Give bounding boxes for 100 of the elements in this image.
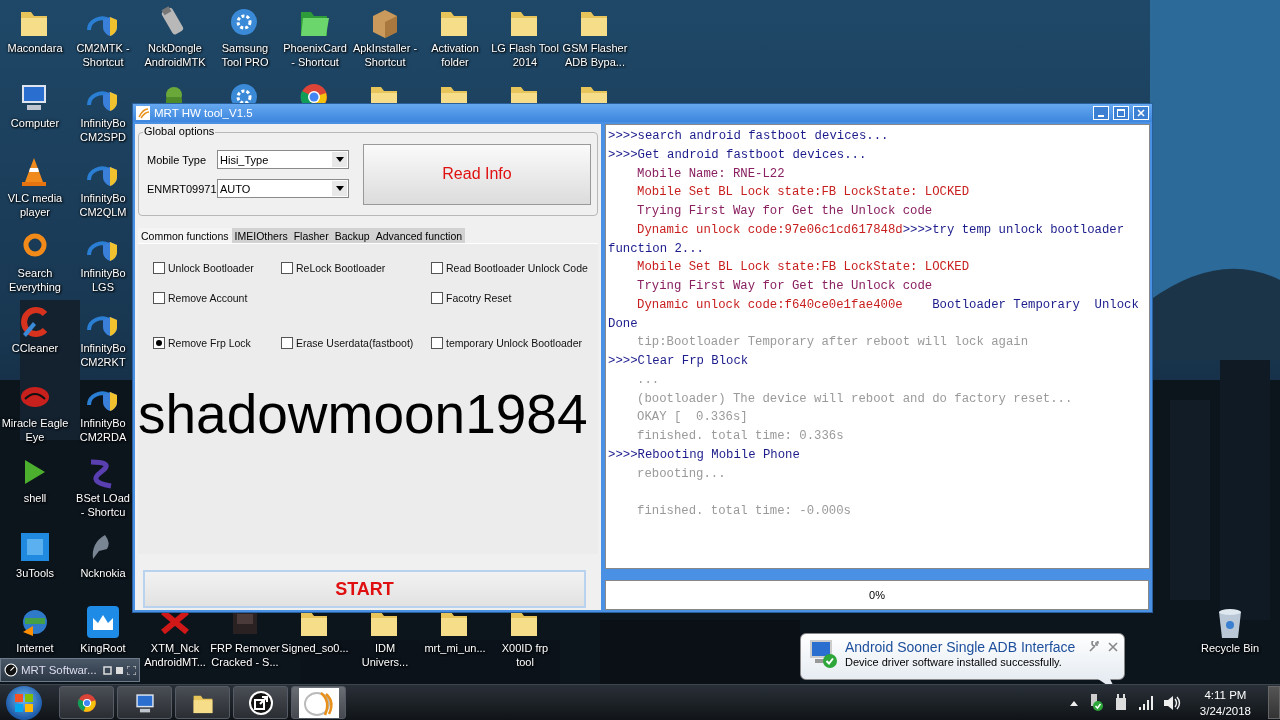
desktop-icon-label[interactable]: CCleaner	[11, 341, 59, 355]
log-line: Mobile Set BL Lock state:FB LockState: LOCKED	[636, 259, 971, 277]
desktop-icon-label[interactable]: GSM Flasher ADB Bypa...	[562, 41, 628, 69]
desktop-icon-label[interactable]: InfinityBo CM2RKT	[80, 341, 126, 369]
minimize-button[interactable]	[1093, 106, 1109, 120]
clock-time[interactable]: 4:11 PM	[1204, 686, 1247, 703]
volume-icon[interactable]	[1162, 694, 1181, 711]
close-button[interactable]	[1133, 106, 1149, 120]
tab[interactable]: IMEIOthers	[231, 228, 291, 243]
tab[interactable]: Backup	[331, 228, 373, 243]
desktop-icon-label[interactable]: 3uTools	[16, 566, 54, 580]
checkbox-label[interactable]: Facotry Reset	[446, 292, 512, 304]
checkbox-label[interactable]: ReLock Bootloader	[296, 262, 386, 274]
log-line: finished. total time: 0.336s	[636, 428, 845, 445]
taskbar-button[interactable]	[175, 686, 230, 719]
signal-icon[interactable]	[1137, 695, 1154, 710]
checkbox[interactable]	[281, 337, 293, 349]
log-line: Trying First Way for Get the Unlock code	[636, 203, 934, 220]
clock-date[interactable]: 3/24/2018	[1199, 702, 1251, 719]
minimized-window-title: MRT Softwar...	[21, 664, 98, 676]
desktop-icon-label[interactable]: IDM Univers...	[361, 641, 409, 669]
desktop-icon-label[interactable]: Macondara	[7, 41, 63, 55]
desktop-icon-label[interactable]: Miracle Eagle Eye	[1, 416, 69, 444]
app-icon	[298, 687, 339, 718]
tab[interactable]: Advanced function	[372, 228, 466, 243]
checkbox[interactable]	[281, 262, 293, 274]
taskbar-button[interactable]	[233, 686, 288, 719]
tab[interactable]: Common functions	[138, 228, 232, 243]
taskbar-button[interactable]	[291, 686, 346, 719]
signature-text: shadowmoon1984	[138, 382, 588, 447]
desktop-icon-label[interactable]: Samsung Tool PRO	[221, 41, 269, 69]
desktop-icon-label[interactable]: X00ID frp tool	[501, 641, 549, 669]
desktop-icon-label[interactable]: FRP Remover Cracked - S...	[210, 641, 280, 669]
dropdown[interactable]: Hisi_Type	[217, 150, 349, 169]
caret-icon	[335, 157, 344, 162]
taskbar-button[interactable]	[117, 686, 172, 719]
windows-logo-icon	[15, 693, 33, 712]
checkbox[interactable]	[153, 337, 165, 349]
maximize-icon[interactable]	[115, 665, 124, 675]
dropdown[interactable]: AUTO	[217, 179, 349, 198]
desktop-icon-label[interactable]: NckDongle AndroidMTK	[144, 41, 206, 69]
restore-icon[interactable]	[103, 665, 112, 675]
notification-title[interactable]: Android Sooner Single ADB Interface	[845, 639, 1083, 655]
desktop-icon-label[interactable]: ApkInstaller - Shortcut	[352, 41, 418, 69]
read-info-button[interactable]: Read Info	[363, 143, 591, 205]
checkbox-label[interactable]: Erase Userdata(fastboot)	[296, 337, 414, 349]
desktop-icon-label[interactable]: InfinityBo LGS	[80, 266, 126, 294]
desktop-icon-label[interactable]: InfinityBo CM2SPD	[80, 116, 126, 144]
desktop-icon-label[interactable]: BSet LOad - Shortcu	[76, 491, 130, 519]
checkbox[interactable]	[431, 337, 443, 349]
app-icon	[136, 106, 150, 120]
log-line: Mobile Set BL Lock state:FB LockState: LOCKED	[636, 184, 971, 202]
desktop-icon-label[interactable]: InfinityBo CM2RDA	[79, 416, 127, 444]
desktop-icon-label[interactable]: Internet	[16, 641, 54, 655]
tab[interactable]: Flasher	[290, 228, 332, 243]
group-title: Global options	[143, 125, 216, 137]
desktop-icon-label[interactable]: InfinityBo CM2QLM	[79, 191, 127, 219]
checkbox-label[interactable]: Read Bootloader Unlock Code	[446, 262, 588, 274]
checkbox[interactable]	[431, 262, 443, 274]
desktop-icon-label[interactable]: VLC media player	[7, 191, 63, 219]
expand-icon[interactable]	[127, 665, 136, 675]
desktop-icon-label[interactable]: PhoenixCard - Shortcut	[283, 41, 347, 69]
checkbox-label[interactable]: Unlock Bootloader	[168, 262, 254, 274]
start-orb[interactable]	[6, 685, 42, 720]
close-icon[interactable]	[1108, 641, 1118, 652]
maximize-button[interactable]	[1113, 106, 1129, 120]
desktop-icon-label[interactable]: Recycle Bin	[1200, 641, 1260, 655]
desktop-icon-label[interactable]: shell	[23, 491, 47, 505]
checkbox[interactable]	[153, 292, 165, 304]
desktop-icon-label[interactable]: mrt_mi_un...	[424, 641, 486, 655]
log-line: >>>>search android fastboot devices...	[608, 128, 890, 145]
checkbox-label[interactable]: temporary Unlock Bootloader	[446, 337, 582, 349]
desktop-icon-label[interactable]: Ncknokia	[80, 566, 126, 580]
caret-icon	[335, 186, 344, 191]
checkbox[interactable]	[431, 292, 443, 304]
notification-message: Device driver software installed successfully.	[845, 656, 1063, 668]
log-line: >>>>Rebooting Mobile Phone	[608, 446, 801, 464]
log-line: (bootloader) The device will reboot and do factory reset...	[636, 390, 1074, 408]
log-line: >>>>Get android fastboot devices...	[608, 146, 868, 164]
desktop-icon-label[interactable]: LG Flash Tool 2014	[491, 41, 559, 69]
wrench-icon[interactable]	[1089, 641, 1100, 652]
start-button[interactable]: START	[143, 570, 586, 608]
log-line: ...	[636, 371, 661, 389]
desktop-icon-label[interactable]: Activation folder	[431, 41, 479, 69]
log-line: >>>>Clear Frp Block	[608, 353, 750, 370]
desktop-icon-label[interactable]: Computer	[10, 116, 60, 130]
checkbox[interactable]	[153, 262, 165, 274]
field-label: ENMRT09971	[147, 182, 215, 195]
desktop-icon-label[interactable]: XTM_Nck AndroidMT...	[144, 641, 206, 669]
taskbar-button[interactable]	[59, 686, 114, 719]
progress-label: 0%	[869, 589, 885, 601]
close-icon	[1137, 109, 1145, 117]
desktop-icon-label[interactable]: CM2MTK - Shortcut	[76, 41, 130, 69]
desktop-icon-label[interactable]: Signed_so0...	[281, 641, 349, 655]
checkbox-label[interactable]: Remove Account	[168, 292, 248, 304]
window-switch-icon	[247, 689, 274, 716]
desktop-icon-label[interactable]: KingRoot	[80, 641, 126, 655]
desktop-icon-label[interactable]: Search Everything	[9, 266, 61, 294]
checkbox-label[interactable]: Remove Frp Lock	[168, 337, 251, 349]
minimized-window[interactable]: MRT Softwar...	[0, 658, 140, 682]
